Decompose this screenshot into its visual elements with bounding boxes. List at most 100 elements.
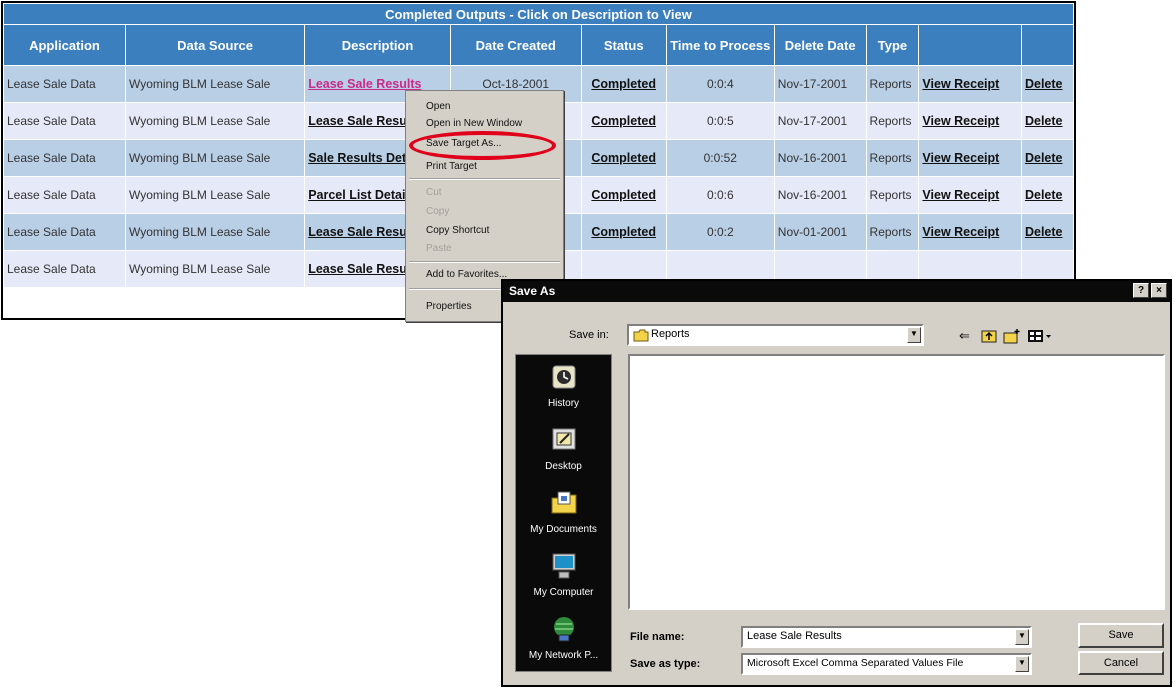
dialog-title: Save As bbox=[509, 284, 556, 298]
file-list-pane[interactable] bbox=[628, 354, 1165, 610]
places-bar: History Desktop My Documents My Computer… bbox=[515, 354, 612, 672]
type-cell: Reports bbox=[865, 102, 920, 140]
data-source-cell: Wyoming BLM Lease Sale bbox=[124, 102, 306, 140]
column-header-delete bbox=[1020, 24, 1074, 66]
menu-item-open-new-window[interactable]: Open in New Window bbox=[426, 118, 522, 129]
time-to-process-cell: 0:0:6 bbox=[665, 176, 775, 214]
my-computer-icon bbox=[552, 553, 575, 579]
delete-date-cell: Nov-17-2001 bbox=[773, 102, 867, 140]
view-receipt-link[interactable]: View Receipt bbox=[918, 102, 1022, 140]
menu-item-open[interactable]: Open bbox=[426, 101, 450, 112]
chevron-down-icon[interactable]: ▼ bbox=[1015, 656, 1029, 672]
view-receipt-link[interactable]: View Receipt bbox=[918, 139, 1022, 177]
delete-date-cell: Nov-17-2001 bbox=[773, 65, 867, 103]
delete-date-cell: Nov-16-2001 bbox=[773, 176, 867, 214]
menu-item-paste: Paste bbox=[426, 243, 452, 254]
data-source-cell: Wyoming BLM Lease Sale bbox=[124, 250, 306, 288]
help-button[interactable]: ? bbox=[1133, 283, 1149, 298]
status-link[interactable]: Completed bbox=[580, 176, 667, 214]
place-history[interactable]: History bbox=[516, 363, 611, 409]
delete-link[interactable]: Delete bbox=[1020, 213, 1074, 251]
menu-item-properties[interactable]: Properties bbox=[426, 301, 472, 312]
table-caption: Completed Outputs - Click on Description… bbox=[3, 3, 1074, 25]
type-cell: Reports bbox=[865, 65, 920, 103]
place-desktop[interactable]: Desktop bbox=[516, 426, 611, 472]
application-cell: Lease Sale Data bbox=[3, 213, 126, 251]
column-header-delete-date: Delete Date bbox=[773, 24, 867, 66]
column-header-time-to-process: Time to Process bbox=[665, 24, 775, 66]
chevron-down-icon[interactable]: ▼ bbox=[1015, 629, 1029, 645]
menu-item-copy: Copy bbox=[426, 206, 450, 217]
view-receipt-link[interactable]: View Receipt bbox=[918, 213, 1022, 251]
time-to-process-cell: 0:0:4 bbox=[665, 65, 775, 103]
status-link[interactable]: Completed bbox=[580, 213, 667, 251]
time-to-process-cell: 0:0:5 bbox=[665, 102, 775, 140]
column-header-type: Type bbox=[865, 24, 920, 66]
data-source-cell: Wyoming BLM Lease Sale bbox=[124, 65, 306, 103]
cancel-button[interactable]: Cancel bbox=[1078, 651, 1164, 675]
my-documents-icon bbox=[551, 491, 576, 514]
menu-item-print-target[interactable]: Print Target bbox=[426, 161, 477, 172]
type-cell: Reports bbox=[865, 176, 920, 214]
time-to-process-cell: 0:0:2 bbox=[665, 213, 775, 251]
menu-separator bbox=[409, 261, 560, 263]
column-header-description: Description bbox=[304, 24, 451, 66]
application-cell: Lease Sale Data bbox=[3, 176, 126, 214]
save-as-type-value: Microsoft Excel Comma Separated Values F… bbox=[747, 657, 964, 669]
up-folder-icon[interactable] bbox=[981, 328, 997, 344]
delete-link[interactable]: Delete bbox=[1020, 65, 1074, 103]
delete-date-cell: Nov-01-2001 bbox=[773, 213, 867, 251]
desktop-icon bbox=[552, 428, 575, 450]
save-target-highlight-ellipse bbox=[409, 131, 556, 160]
new-folder-icon[interactable] bbox=[1003, 328, 1021, 344]
place-my-computer[interactable]: My Computer bbox=[516, 552, 611, 598]
place-label: My Network P... bbox=[528, 650, 599, 661]
save-as-type-dropdown[interactable]: Microsoft Excel Comma Separated Values F… bbox=[741, 653, 1032, 675]
view-receipt-link[interactable]: View Receipt bbox=[918, 65, 1022, 103]
delete-link[interactable]: Delete bbox=[1020, 102, 1074, 140]
close-button[interactable]: × bbox=[1151, 283, 1167, 298]
menu-separator bbox=[409, 178, 560, 180]
file-name-value: Lease Sale Results bbox=[747, 630, 842, 642]
save-as-type-label: Save as type: bbox=[630, 658, 701, 670]
column-header-data-source: Data Source bbox=[124, 24, 306, 66]
column-header-application: Application bbox=[3, 24, 126, 66]
file-name-input[interactable]: Lease Sale Results ▼ bbox=[741, 626, 1032, 648]
save-button[interactable]: Save bbox=[1078, 623, 1164, 648]
place-my-network[interactable]: My Network P... bbox=[516, 615, 611, 661]
place-label: My Documents bbox=[530, 524, 597, 535]
type-cell: Reports bbox=[865, 213, 920, 251]
time-to-process-cell: 0:0:52 bbox=[665, 139, 775, 177]
save-in-value: Reports bbox=[651, 328, 690, 340]
column-header-status: Status bbox=[580, 24, 667, 66]
status-link[interactable]: Completed bbox=[580, 65, 667, 103]
application-cell: Lease Sale Data bbox=[3, 250, 126, 288]
application-cell: Lease Sale Data bbox=[3, 65, 126, 103]
dialog-titlebar: Save As ? × bbox=[503, 281, 1170, 302]
application-cell: Lease Sale Data bbox=[3, 102, 126, 140]
view-menu-icon[interactable] bbox=[1027, 328, 1053, 344]
delete-link[interactable]: Delete bbox=[1020, 139, 1074, 177]
view-receipt-link[interactable]: View Receipt bbox=[918, 176, 1022, 214]
place-label: My Computer bbox=[533, 587, 594, 598]
menu-item-copy-shortcut[interactable]: Copy Shortcut bbox=[426, 225, 489, 236]
folder-icon bbox=[633, 329, 649, 342]
save-in-label: Save in: bbox=[569, 329, 609, 341]
save-as-dialog: Save As ? × Save in: Reports ▼ ⇐ History bbox=[501, 279, 1172, 687]
application-cell: Lease Sale Data bbox=[3, 139, 126, 177]
my-network-places-icon bbox=[553, 617, 574, 642]
file-name-label: File name: bbox=[630, 631, 685, 643]
back-arrow-icon[interactable]: ⇐ bbox=[959, 328, 970, 344]
chevron-down-icon[interactable]: ▼ bbox=[907, 327, 921, 343]
menu-item-add-to-favorites[interactable]: Add to Favorites... bbox=[426, 269, 507, 280]
menu-item-cut: Cut bbox=[426, 187, 442, 198]
data-source-cell: Wyoming BLM Lease Sale bbox=[124, 139, 306, 177]
status-link[interactable]: Completed bbox=[580, 102, 667, 140]
history-icon bbox=[552, 365, 575, 389]
delete-link[interactable]: Delete bbox=[1020, 176, 1074, 214]
data-source-cell: Wyoming BLM Lease Sale bbox=[124, 176, 306, 214]
save-in-dropdown[interactable]: Reports ▼ bbox=[627, 324, 924, 346]
place-my-documents[interactable]: My Documents bbox=[516, 489, 611, 535]
status-link[interactable]: Completed bbox=[580, 139, 667, 177]
column-header-date-created: Date Created bbox=[449, 24, 582, 66]
